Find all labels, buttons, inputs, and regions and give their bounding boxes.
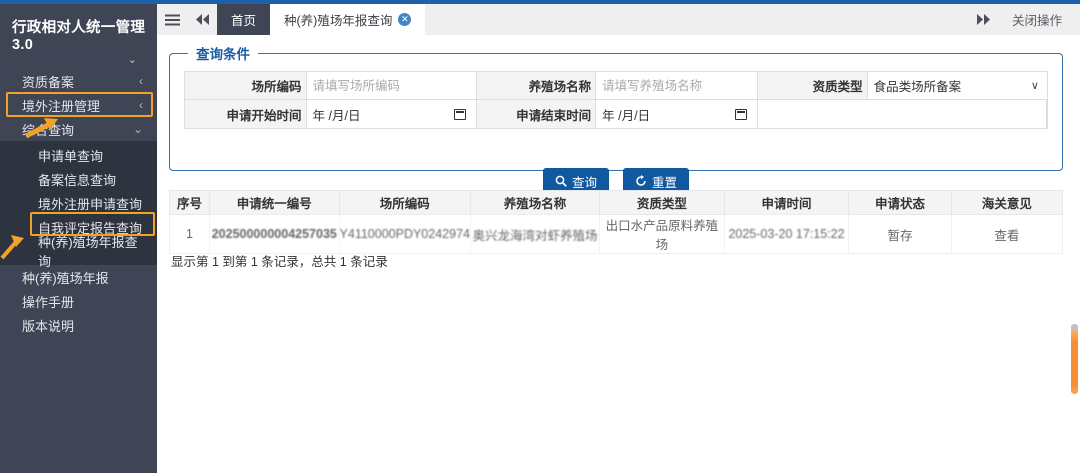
column-header-place-code: 场所编码: [339, 191, 470, 215]
app-title: 行政相对人统一管理3.0: [0, 4, 157, 55]
app-window: 行政相对人统一管理3.0 ⌄ 资质备案 ‹ 境外注册管理 ‹ 综合查询 ⌄ 申请…: [0, 0, 1080, 473]
scroll-tabs-left-icon[interactable]: [187, 4, 217, 35]
column-header-apply-no: 申请统一编号: [210, 191, 339, 215]
close-operations-button[interactable]: 关闭操作: [1012, 10, 1062, 29]
apply-end-time-value: 年 /月/日: [602, 105, 650, 124]
reset-button-label: 重置: [652, 172, 677, 191]
tab-farm-annual-report-query[interactable]: 种(养)殖场年报查询 ✕: [270, 4, 425, 35]
column-header-farm-name: 养殖场名称: [470, 191, 599, 215]
sidebar-item-farm-annual-report[interactable]: 种(养)殖场年报: [0, 265, 157, 289]
farm-name-label: 养殖场名称: [477, 72, 596, 100]
sidebar-item-label: 种(养)殖场年报: [22, 268, 109, 287]
farm-name-input-cell: [596, 72, 758, 100]
apply-start-time-input[interactable]: 年 /月/日: [307, 100, 478, 128]
chevron-left-icon: ‹: [139, 98, 143, 112]
column-header-qual-type: 资质类型: [600, 191, 725, 215]
sidebar-item-label: 备案信息查询: [38, 170, 116, 189]
column-header-status: 申请状态: [849, 191, 951, 215]
qualification-type-value: 食品类场所备案: [874, 76, 962, 95]
apply-end-time-input[interactable]: 年 /月/日: [596, 100, 758, 128]
query-conditions-panel: 查询条件 场所编码 养殖场名称 资质类型 食品类场所备案 ∨: [169, 43, 1063, 171]
scrollbar-thumb[interactable]: [1071, 330, 1078, 394]
place-code-input[interactable]: [313, 79, 471, 93]
sidebar-item-label: 综合查询: [22, 120, 74, 139]
column-header-apply-time: 申请时间: [724, 191, 849, 215]
column-header-customs-opinion: 海关意见: [951, 191, 1062, 215]
sidebar-item-overseas-registration[interactable]: 境外注册管理 ‹: [0, 93, 157, 117]
tab-label: 种(养)殖场年报查询: [284, 10, 392, 29]
tab-bar: 首页 种(养)殖场年报查询 ✕ 关闭操作: [157, 4, 1080, 35]
tab-home[interactable]: 首页: [217, 4, 270, 35]
sidebar-item-label: 操作手册: [22, 292, 74, 311]
comprehensive-query-submenu: 申请单查询 备案信息查询 境外注册申请查询 自我评定报告查询 种(养)殖场年报查…: [0, 141, 157, 265]
results-table: 序号 申请统一编号 场所编码 养殖场名称 资质类型 申请时间 申请状态 海关意见…: [169, 190, 1063, 254]
qualification-type-select[interactable]: 食品类场所备案 ∨: [868, 72, 1047, 100]
sidebar-item-operation-manual[interactable]: 操作手册: [0, 289, 157, 313]
record-count-summary: 显示第 1 到第 1 条记录，总共 1 条记录: [171, 251, 388, 270]
title-chevron-down-icon[interactable]: ⌄: [0, 55, 157, 69]
main-content: 查询条件 场所编码 养殖场名称 资质类型 食品类场所备案 ∨: [157, 35, 1080, 473]
apply-start-time-value: 年 /月/日: [313, 105, 361, 124]
query-form-grid: 场所编码 养殖场名称 资质类型 食品类场所备案 ∨ 申请开始时间: [184, 71, 1048, 129]
sidebar-item-filing-info-query[interactable]: 备案信息查询: [0, 167, 157, 191]
tab-bar-spacer: [425, 4, 977, 35]
empty-form-cell: [758, 100, 1047, 128]
cell-place-code: Y4110000PDY0242974: [339, 215, 470, 254]
sidebar-item-version-notes[interactable]: 版本说明: [0, 313, 157, 337]
table-row: 1 202500000004257035 Y4110000PDY0242974 …: [170, 215, 1063, 254]
column-header-seq: 序号: [170, 191, 210, 215]
sidebar-bottom-group: 种(养)殖场年报 操作手册 版本说明: [0, 265, 157, 337]
sidebar-item-application-query[interactable]: 申请单查询: [0, 143, 157, 167]
place-code-input-cell: [307, 72, 478, 100]
chevron-down-icon: ∨: [1031, 79, 1039, 92]
apply-end-time-label: 申请结束时间: [477, 100, 596, 128]
cell-view-link[interactable]: 查看: [951, 215, 1062, 254]
cell-apply-time: 2025-03-20 17:15:22: [724, 215, 849, 254]
cell-apply-no-link[interactable]: 202500000004257035: [210, 215, 339, 254]
sidebar: 行政相对人统一管理3.0 ⌄ 资质备案 ‹ 境外注册管理 ‹ 综合查询 ⌄ 申请…: [0, 4, 157, 473]
search-button-label: 查询: [572, 172, 597, 191]
sidebar-item-label: 境外注册管理: [22, 96, 100, 115]
calendar-icon[interactable]: [735, 109, 747, 120]
sidebar-item-label: 版本说明: [22, 316, 74, 335]
close-icon[interactable]: ✕: [398, 13, 411, 26]
sidebar-item-qualification-filing[interactable]: 资质备案 ‹: [0, 69, 157, 93]
sidebar-item-farm-annual-report-query[interactable]: 种(养)殖场年报查询: [0, 239, 157, 263]
apply-start-time-label: 申请开始时间: [185, 100, 307, 128]
cell-qual-type: 出口水产品原料养殖场: [600, 215, 725, 254]
cell-seq: 1: [170, 215, 210, 254]
scroll-tabs-right-icon[interactable]: [977, 14, 990, 25]
search-icon: [555, 175, 567, 187]
place-code-label: 场所编码: [185, 72, 307, 100]
sidebar-item-comprehensive-query[interactable]: 综合查询 ⌄: [0, 117, 157, 141]
farm-name-input[interactable]: [602, 79, 751, 93]
qualification-type-label: 资质类型: [758, 72, 867, 100]
chevron-left-icon: ‹: [139, 74, 143, 88]
cell-farm-name: 奥兴龙海湾对虾养殖场: [470, 215, 599, 254]
sidebar-item-label: 资质备案: [22, 72, 74, 91]
tab-label: 首页: [231, 10, 256, 29]
calendar-icon[interactable]: [454, 109, 466, 120]
table-header-row: 序号 申请统一编号 场所编码 养殖场名称 资质类型 申请时间 申请状态 海关意见: [170, 191, 1063, 215]
refresh-icon: [635, 175, 647, 187]
hamburger-menu-icon[interactable]: [157, 4, 187, 35]
query-conditions-legend: 查询条件: [188, 43, 258, 63]
sidebar-item-overseas-reg-application-query[interactable]: 境外注册申请查询: [0, 191, 157, 215]
chevron-down-icon: ⌄: [133, 122, 143, 136]
sidebar-item-label: 境外注册申请查询: [38, 194, 142, 213]
cell-status: 暂存: [849, 215, 951, 254]
sidebar-item-label: 申请单查询: [38, 146, 103, 165]
